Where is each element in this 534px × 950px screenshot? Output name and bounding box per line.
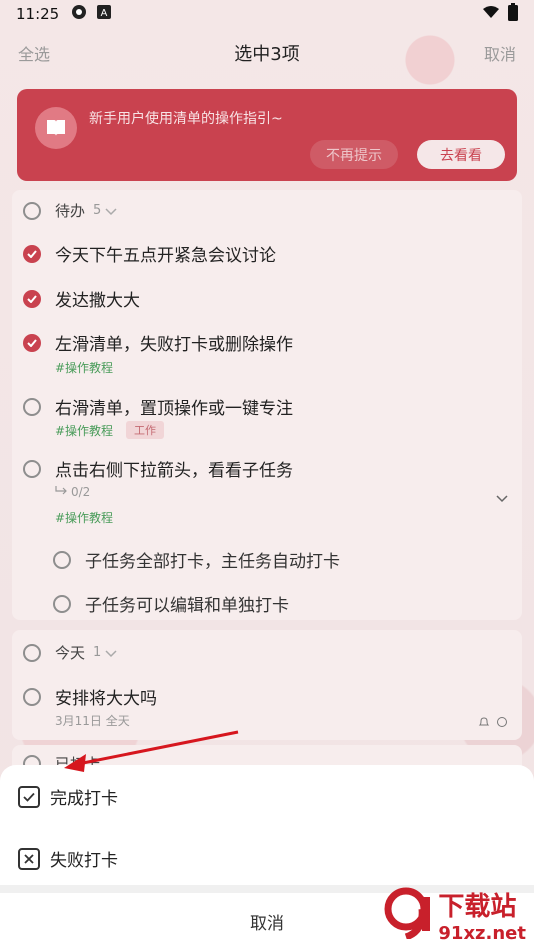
task-row[interactable]: 安排将大大吗: [23, 684, 522, 709]
expand-subtasks-icon[interactable]: [496, 488, 508, 507]
checked-icon[interactable]: [23, 289, 41, 308]
banner-text: 新手用户使用清单的操作指引~: [89, 111, 283, 127]
subtask-checkbox[interactable]: [53, 550, 71, 569]
task-title: 右滑清单，置顶操作或一键专注: [55, 399, 293, 419]
group-checkbox[interactable]: [23, 643, 41, 662]
font-notification-icon: A: [97, 5, 112, 23]
todo-group-card: 待办 5 今天下午五点开紧急会议讨论 发达撒大大 左滑清单，失败打卡或删除操作 …: [12, 190, 522, 620]
option-label: 失败打卡: [50, 851, 118, 871]
action-sheet: 完成打卡 失败打卡: [0, 765, 534, 885]
bell-icon: [478, 713, 490, 732]
group-count: 1: [93, 645, 102, 660]
task-indicators: [478, 713, 508, 732]
task-checkbox[interactable]: [23, 687, 41, 706]
guide-banner: 新手用户使用清单的操作指引~ 不再提示 去看看: [17, 89, 517, 181]
group-header-todo[interactable]: 待办 5: [23, 200, 522, 221]
task-row[interactable]: 点击右侧下拉箭头，看看子任务: [23, 456, 522, 481]
task-tag[interactable]: #操作教程: [55, 359, 113, 376]
group-label: 待办: [55, 202, 86, 220]
select-all-button[interactable]: 全选: [18, 41, 50, 65]
checked-icon[interactable]: [23, 244, 41, 263]
page-title: 选中3项: [234, 44, 300, 65]
subtask-row[interactable]: 子任务全部打卡，主任务自动打卡: [53, 547, 522, 572]
watermark: 下载站 91xz.net: [384, 886, 526, 944]
task-checkbox[interactable]: [23, 397, 41, 416]
fail-checkin-option[interactable]: 失败打卡: [18, 846, 118, 871]
task-title: 点击右侧下拉箭头，看看子任务: [55, 461, 293, 481]
group-checkbox[interactable]: [23, 201, 41, 220]
status-bar: 11:25 A: [0, 0, 534, 28]
x-square-icon: [18, 847, 40, 870]
repeat-icon: [496, 713, 508, 732]
subtask-icon: [55, 485, 67, 499]
today-group-card: 今天 1 安排将大大吗 3月11日 全天: [12, 630, 522, 740]
subtask-row[interactable]: 子任务可以编辑和单独打卡: [53, 591, 522, 616]
task-tag[interactable]: #操作教程: [55, 509, 113, 526]
option-label: 完成打卡: [50, 789, 118, 809]
view-guide-button[interactable]: 去看看: [417, 140, 505, 169]
task-category-tag[interactable]: 工作: [126, 421, 164, 439]
task-title: 今天下午五点开紧急会议讨论: [55, 246, 276, 266]
task-tag[interactable]: #操作教程: [55, 422, 113, 439]
dismiss-guide-button[interactable]: 不再提示: [310, 140, 398, 169]
group-header-today[interactable]: 今天 1: [23, 642, 522, 663]
wifi-icon: [482, 5, 500, 23]
task-row[interactable]: 左滑清单，失败打卡或删除操作: [23, 330, 522, 355]
watermark-brand: 下载站: [438, 892, 517, 922]
chevron-down-icon[interactable]: [105, 643, 117, 662]
subtask-checkbox[interactable]: [53, 594, 71, 613]
task-date: 3月11日 全天: [55, 714, 130, 728]
task-row[interactable]: 发达撒大大: [23, 286, 522, 311]
svg-text:A: A: [101, 8, 108, 19]
task-title: 发达撒大大: [55, 291, 140, 311]
status-time: 11:25: [16, 5, 60, 23]
subtask-title: 子任务全部打卡，主任务自动打卡: [85, 552, 340, 572]
book-icon: [35, 107, 77, 149]
subtask-progress: 0/2: [55, 485, 90, 499]
task-checkbox[interactable]: [23, 459, 41, 478]
group-label: 今天: [55, 644, 86, 662]
watermark-url: 91xz.net: [438, 923, 526, 944]
battery-icon: [508, 3, 518, 25]
task-title: 左滑清单，失败打卡或删除操作: [55, 335, 293, 355]
task-row[interactable]: 今天下午五点开紧急会议讨论: [23, 241, 522, 266]
subtask-count: 0/2: [71, 485, 91, 499]
chevron-down-icon[interactable]: [105, 201, 117, 220]
selection-toolbar: 全选 选中3项 取消: [0, 36, 534, 70]
group-count: 5: [93, 203, 102, 218]
cancel-selection-button[interactable]: 取消: [484, 41, 516, 65]
complete-checkin-option[interactable]: 完成打卡: [18, 784, 118, 809]
task-title: 安排将大大吗: [55, 689, 157, 709]
subtask-title: 子任务可以编辑和单独打卡: [85, 596, 289, 616]
watermark-logo-icon: [384, 887, 432, 943]
checked-icon[interactable]: [23, 333, 41, 352]
check-square-icon: [18, 785, 40, 808]
task-row[interactable]: 右滑清单，置顶操作或一键专注: [23, 394, 522, 419]
app-notification-icon: [71, 4, 87, 24]
